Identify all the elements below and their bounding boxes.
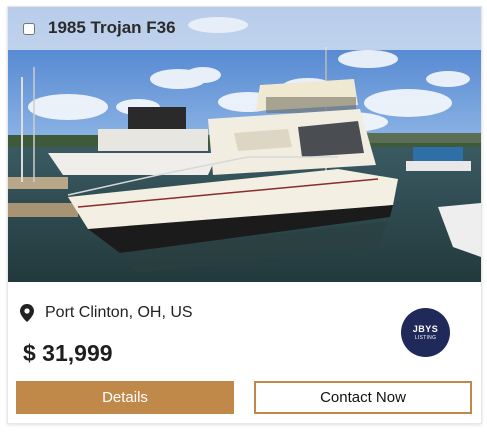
dealer-logo-text: JBYS [412, 324, 439, 334]
location-row: Port Clinton, OH, US [20, 304, 193, 322]
contact-now-button[interactable]: Contact Now [254, 381, 472, 414]
dealer-logo[interactable]: JBYS LISTING [401, 308, 450, 357]
details-button[interactable]: Details [16, 381, 234, 414]
price: $ 31,999 [23, 340, 113, 366]
select-checkbox[interactable] [23, 23, 35, 35]
listing-card: 1985 Trojan F36 Port Clinton, OH, US $ 3… [7, 6, 482, 424]
title-bar: 1985 Trojan F36 [8, 7, 481, 50]
map-pin-icon [20, 304, 34, 322]
listing-title[interactable]: 1985 Trojan F36 [48, 18, 176, 38]
location-text: Port Clinton, OH, US [45, 304, 193, 321]
dealer-logo-subtext: LISTING [414, 335, 437, 341]
boat-photo[interactable]: 1985 Trojan F36 [8, 7, 481, 282]
